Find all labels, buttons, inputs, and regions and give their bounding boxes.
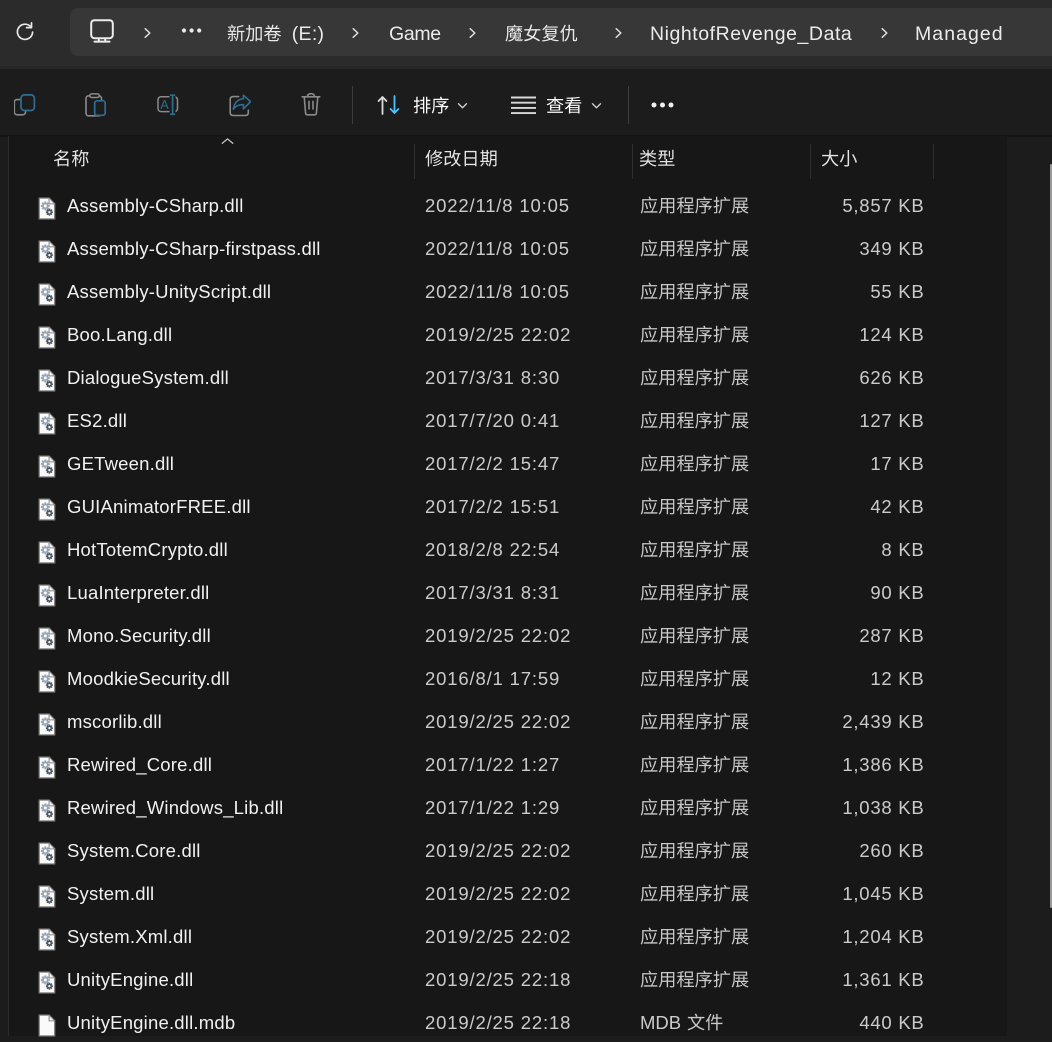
svg-text:A: A bbox=[160, 98, 169, 112]
